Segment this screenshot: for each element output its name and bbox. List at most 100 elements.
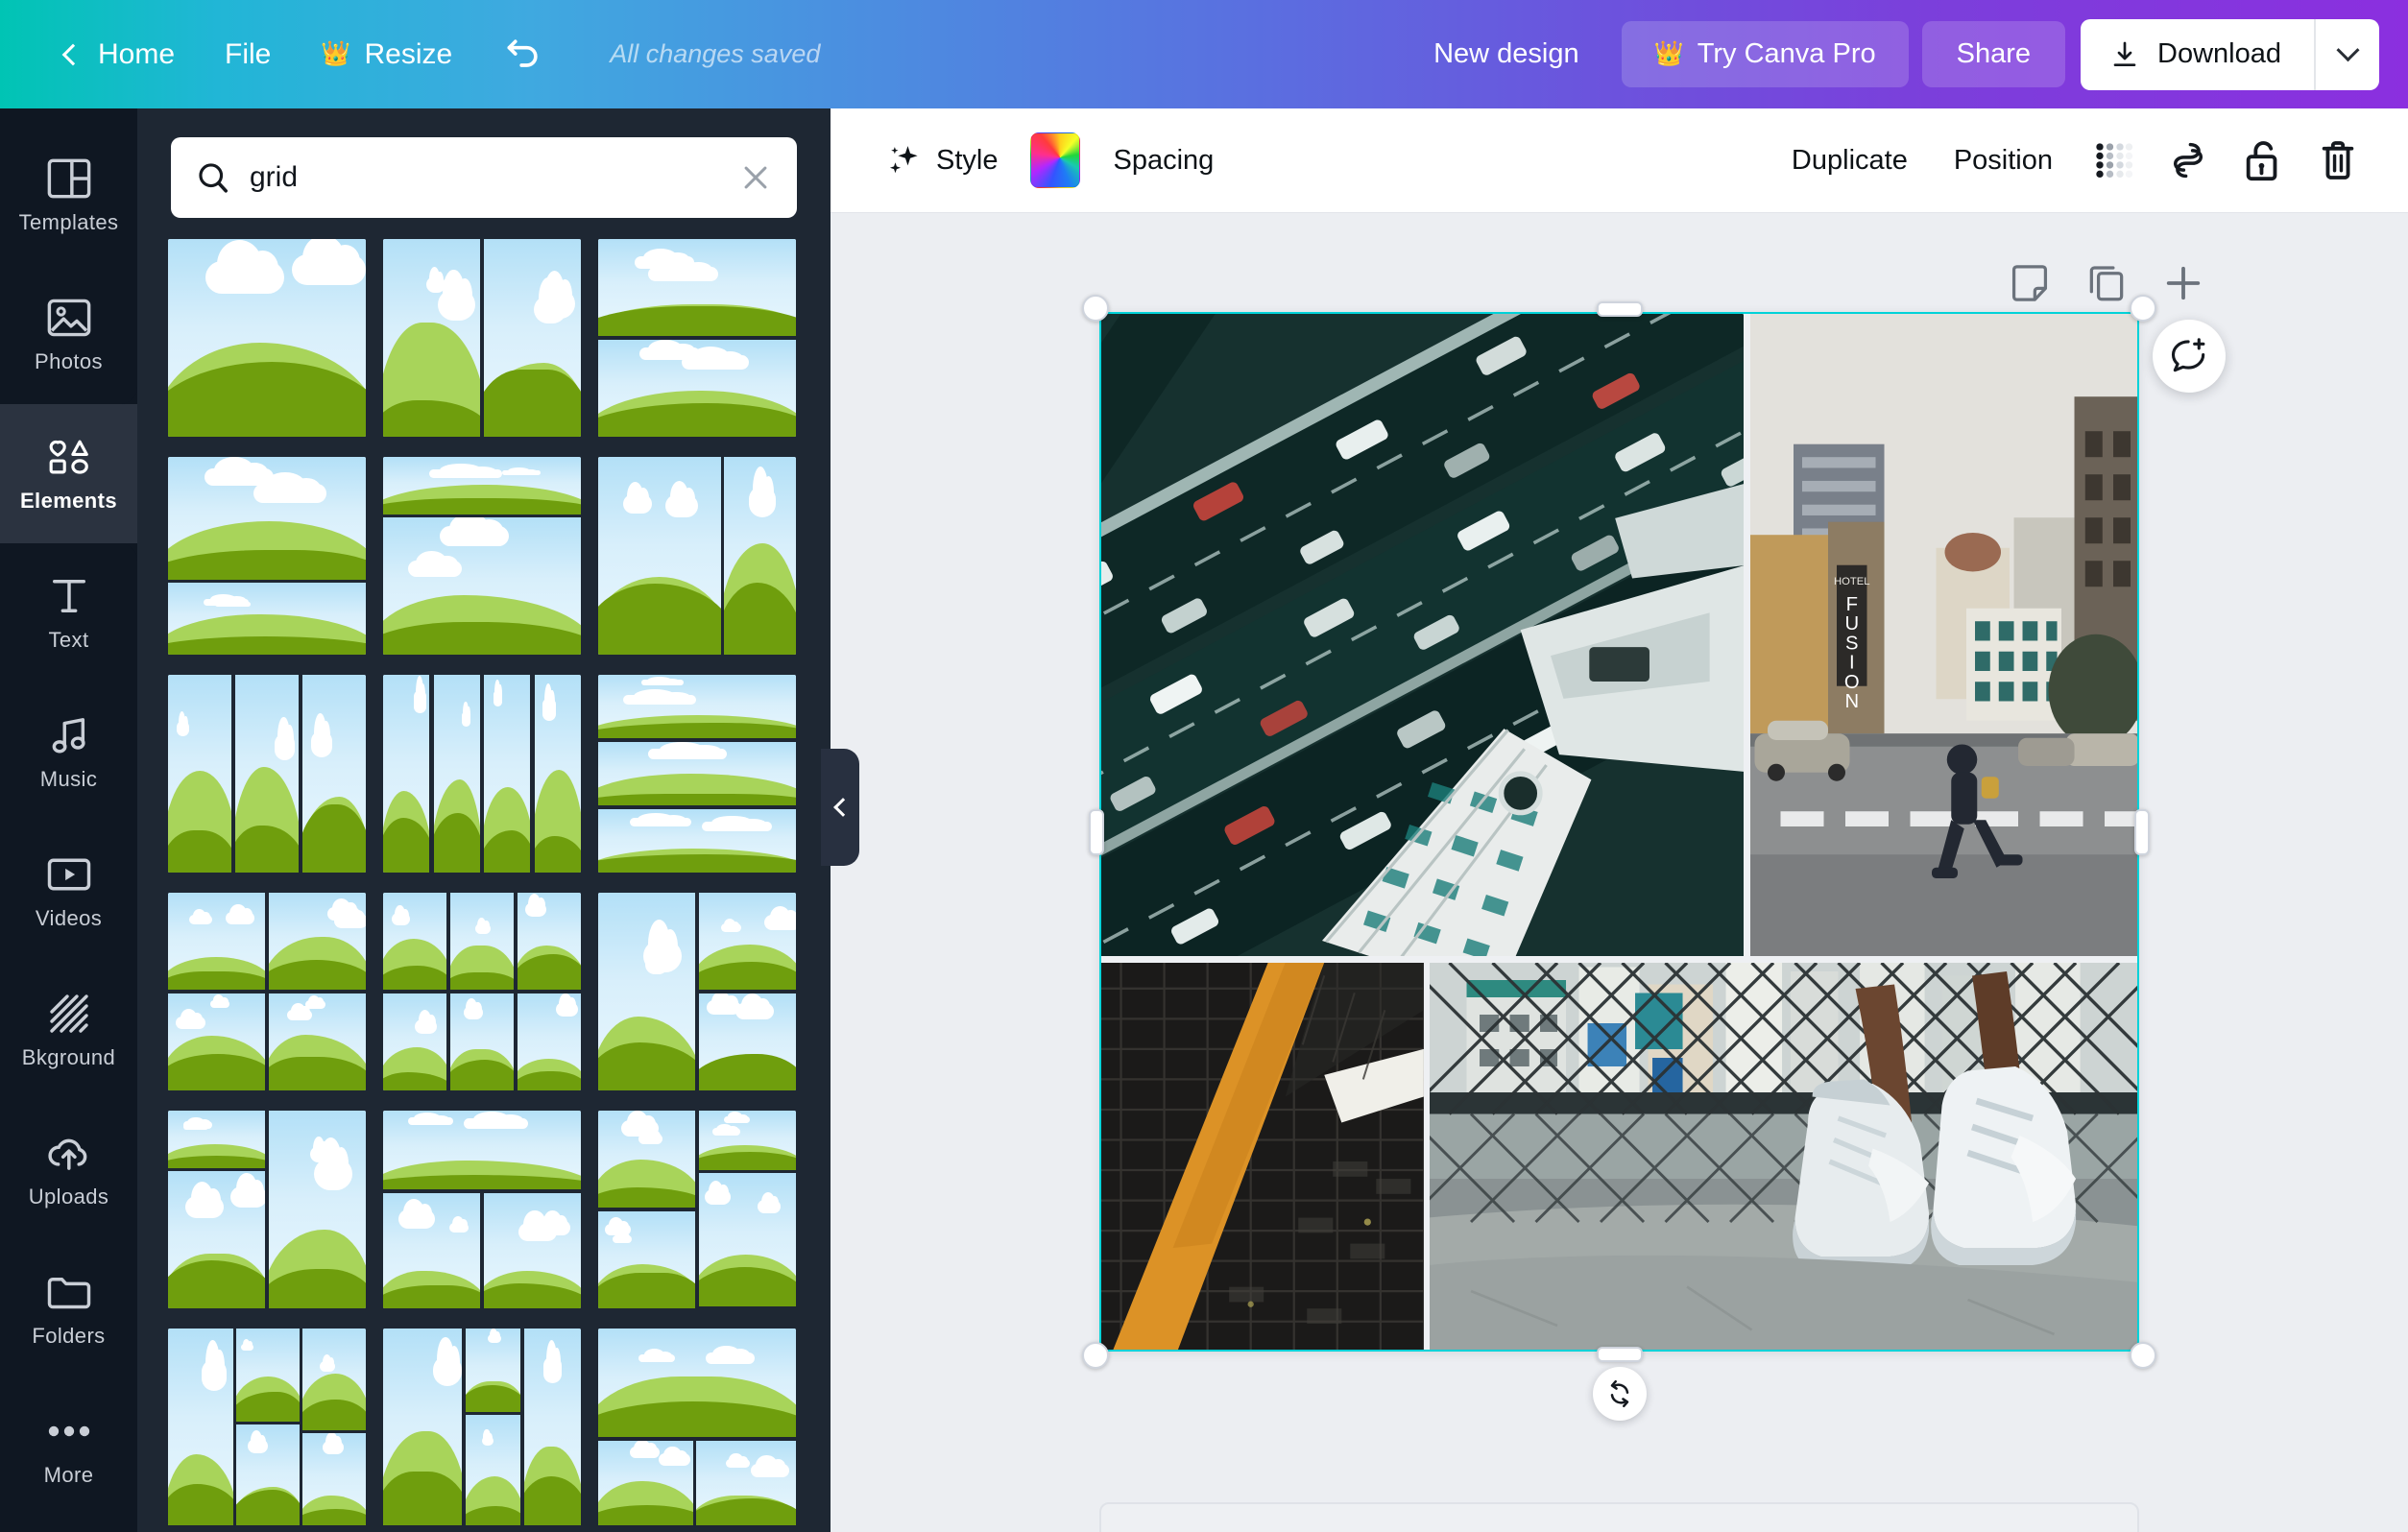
city-street-photo[interactable]: HOTEL F U S I O N: [1749, 312, 2139, 957]
grid-thumbnail[interactable]: [598, 1111, 796, 1308]
grid-cell: [598, 239, 796, 337]
sidebar-item-elements[interactable]: Elements: [0, 387, 137, 561]
hill-front: [523, 1475, 581, 1525]
grid-thumbnail[interactable]: [168, 1329, 366, 1525]
cloud: [205, 240, 285, 295]
undo-button[interactable]: [477, 24, 569, 85]
grid-thumbnail[interactable]: [598, 893, 796, 1090]
home-label: Home: [98, 37, 176, 70]
landscape-illustration: [698, 893, 796, 991]
music-note-icon: [46, 712, 92, 758]
sidebar-item-uploads[interactable]: Uploads: [0, 1100, 137, 1239]
sidebar-item-videos[interactable]: Videos: [0, 822, 137, 961]
resize-handle-top[interactable]: [1596, 301, 1643, 317]
grid-thumbnail[interactable]: [598, 1329, 796, 1525]
grid-thumbnail[interactable]: [168, 239, 366, 437]
resize-handle-top-left[interactable]: [1082, 295, 1109, 322]
sneakers-fence-photo[interactable]: [1430, 962, 2139, 1352]
rotate-handle[interactable]: [1592, 1367, 1647, 1421]
spacing-button[interactable]: Spacing: [1090, 133, 1237, 188]
sidebar-item-photos[interactable]: Photos: [0, 265, 137, 404]
grid-cell: [698, 993, 796, 1090]
sidebar-item-music[interactable]: Music: [0, 682, 137, 822]
grid-cell: [433, 675, 480, 873]
download-button[interactable]: Download: [2081, 19, 2314, 90]
cloud: [292, 239, 366, 286]
landscape-illustration: [168, 239, 366, 437]
cloud: [310, 1136, 330, 1162]
notes-button[interactable]: [2009, 262, 2051, 304]
hill-front: [518, 954, 581, 991]
grid-results-list[interactable]: [137, 239, 831, 1525]
aerial-highway-photo[interactable]: [1099, 312, 1745, 957]
add-comment-button[interactable]: [2153, 320, 2226, 393]
resize-handle-left[interactable]: [1089, 808, 1104, 855]
page-tools: [2009, 262, 2204, 304]
search-box[interactable]: grid: [171, 137, 797, 218]
file-menu-button[interactable]: File: [200, 29, 296, 81]
sidebar-item-more[interactable]: More: [0, 1378, 137, 1518]
cloud-upload-icon: [46, 1130, 92, 1176]
grid-thumbnail[interactable]: [383, 893, 581, 1090]
resize-handle-bottom[interactable]: [1596, 1347, 1643, 1362]
color-picker-swatch[interactable]: [1030, 132, 1081, 188]
resize-button[interactable]: 👑 Resize: [296, 29, 477, 81]
share-button[interactable]: Share: [1921, 21, 2066, 87]
duplicate-button[interactable]: Duplicate: [1769, 133, 1931, 188]
landscape-illustration: [598, 742, 796, 805]
add-page-button[interactable]: [2162, 262, 2204, 304]
cloud: [413, 676, 427, 714]
close-icon[interactable]: [739, 161, 772, 194]
sidebar-item-text[interactable]: Text: [0, 543, 137, 682]
cloud: [638, 1349, 675, 1363]
grid-thumbnail[interactable]: [383, 1111, 581, 1308]
style-button[interactable]: Style: [863, 131, 1021, 190]
grid-cell: [236, 1424, 300, 1525]
home-button[interactable]: Home: [40, 29, 200, 81]
duplicate-page-button[interactable]: [2085, 262, 2128, 304]
resize-handle-bottom-left[interactable]: [1082, 1342, 1109, 1369]
cloud: [712, 1123, 740, 1136]
grid-thumbnail[interactable]: [383, 239, 581, 437]
grid-thumbnail[interactable]: [168, 1111, 366, 1308]
resize-handle-bottom-right[interactable]: [2130, 1342, 2156, 1369]
lock-button[interactable]: [2226, 123, 2300, 198]
search-input[interactable]: grid: [250, 161, 720, 194]
sidebar-item-folders[interactable]: Folders: [0, 1239, 137, 1378]
position-button[interactable]: Position: [1931, 133, 2076, 188]
add-comment-icon: [2171, 338, 2205, 372]
grid-thumbnail[interactable]: [383, 457, 581, 655]
collapse-panel-button[interactable]: [821, 749, 859, 866]
landscape-illustration: [268, 893, 366, 991]
resize-handle-top-right[interactable]: [2130, 295, 2156, 322]
grid-cell: [168, 893, 266, 991]
grid-cell: [696, 1440, 796, 1525]
sidebar-item-bkground[interactable]: Bkground: [0, 961, 137, 1100]
delete-button[interactable]: [2300, 123, 2375, 198]
try-canva-pro-button[interactable]: 👑 Try Canva Pro: [1621, 21, 1909, 87]
cloud: [429, 464, 502, 478]
landscape-illustration: [236, 1424, 300, 1525]
grid-thumbnail[interactable]: [168, 457, 366, 655]
design-canvas[interactable]: HOTEL F U S I O N: [1099, 312, 2139, 1352]
grid-thumbnail[interactable]: [598, 675, 796, 873]
landscape-illustration: [598, 457, 721, 655]
grid-thumbnail[interactable]: [598, 239, 796, 437]
add-new-page-button[interactable]: + Add a new page: [1099, 1502, 2139, 1532]
landscape-illustration: [465, 1329, 521, 1412]
link-button[interactable]: [2151, 123, 2226, 198]
grid-thumbnail[interactable]: [383, 675, 581, 873]
download-options-button[interactable]: [2316, 19, 2379, 90]
resize-handle-right[interactable]: [2134, 808, 2150, 855]
new-design-button[interactable]: New design: [1405, 25, 1608, 84]
grid-thumbnail[interactable]: [598, 457, 796, 655]
grid-thumbnail[interactable]: [383, 1329, 581, 1525]
grid-thumbnail[interactable]: [168, 675, 366, 873]
grid-thumbnail[interactable]: [168, 893, 366, 1090]
sidebar-item-templates[interactable]: Templates: [0, 126, 137, 265]
grid-cell: [483, 239, 581, 437]
landscape-illustration: [168, 457, 366, 580]
hill-front: [302, 804, 366, 873]
transparency-button[interactable]: [2076, 123, 2151, 198]
yellow-stripe-pavement-photo[interactable]: [1099, 962, 1424, 1352]
